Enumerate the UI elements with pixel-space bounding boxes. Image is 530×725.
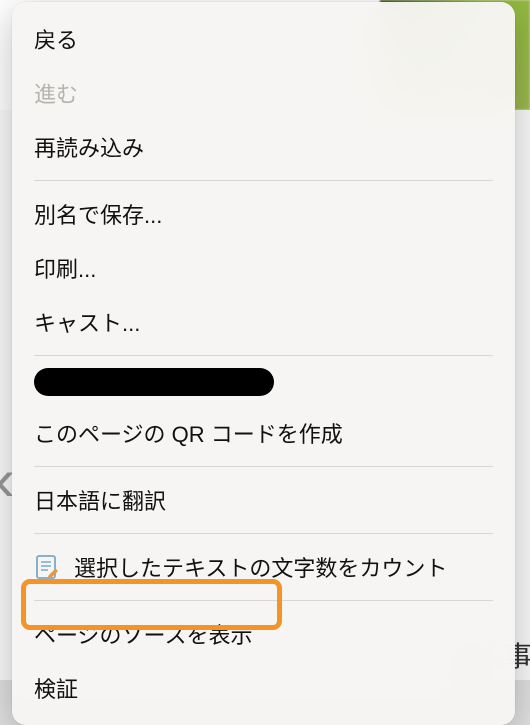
menu-item-label: 日本語に翻訳 [34, 484, 166, 516]
menu-item-cast[interactable]: キャスト... [12, 295, 515, 349]
menu-item-label: 戻る [34, 23, 78, 55]
menu-item-label: このページの QR コードを作成 [34, 417, 343, 449]
menu-item-label: 印刷... [34, 252, 96, 284]
menu-item-inspect[interactable]: 検証 [12, 661, 515, 715]
menu-item-create-qr[interactable]: このページの QR コードを作成 [12, 406, 515, 460]
menu-item-redacted[interactable] [12, 362, 515, 406]
menu-item-label: 再読み込み [34, 131, 144, 163]
menu-item-label: 別名で保存... [34, 198, 162, 230]
menu-item-save-as[interactable]: 別名で保存... [12, 187, 515, 241]
menu-separator [34, 533, 493, 534]
document-edit-icon [34, 554, 60, 580]
menu-item-count-characters[interactable]: 選択したテキストの文字数をカウント [12, 540, 515, 594]
menu-item-back[interactable]: 戻る [12, 12, 515, 66]
context-menu: 戻る 進む 再読み込み 別名で保存... 印刷... キャスト... このページ… [12, 2, 515, 725]
menu-separator [34, 600, 493, 601]
menu-item-print[interactable]: 印刷... [12, 241, 515, 295]
menu-item-label: キャスト... [34, 306, 140, 338]
menu-item-label: 検証 [34, 672, 78, 704]
menu-separator [34, 180, 493, 181]
menu-item-translate[interactable]: 日本語に翻訳 [12, 473, 515, 527]
menu-item-label: ページのソースを表示 [34, 618, 252, 650]
redaction-bar [34, 368, 274, 396]
menu-item-label: 進む [34, 77, 78, 109]
menu-item-reload[interactable]: 再読み込み [12, 120, 515, 174]
menu-item-view-source[interactable]: ページのソースを表示 [12, 607, 515, 661]
menu-item-label: 選択したテキストの文字数をカウント [74, 551, 447, 583]
menu-separator [34, 355, 493, 356]
menu-item-forward: 進む [12, 66, 515, 120]
menu-separator [34, 466, 493, 467]
